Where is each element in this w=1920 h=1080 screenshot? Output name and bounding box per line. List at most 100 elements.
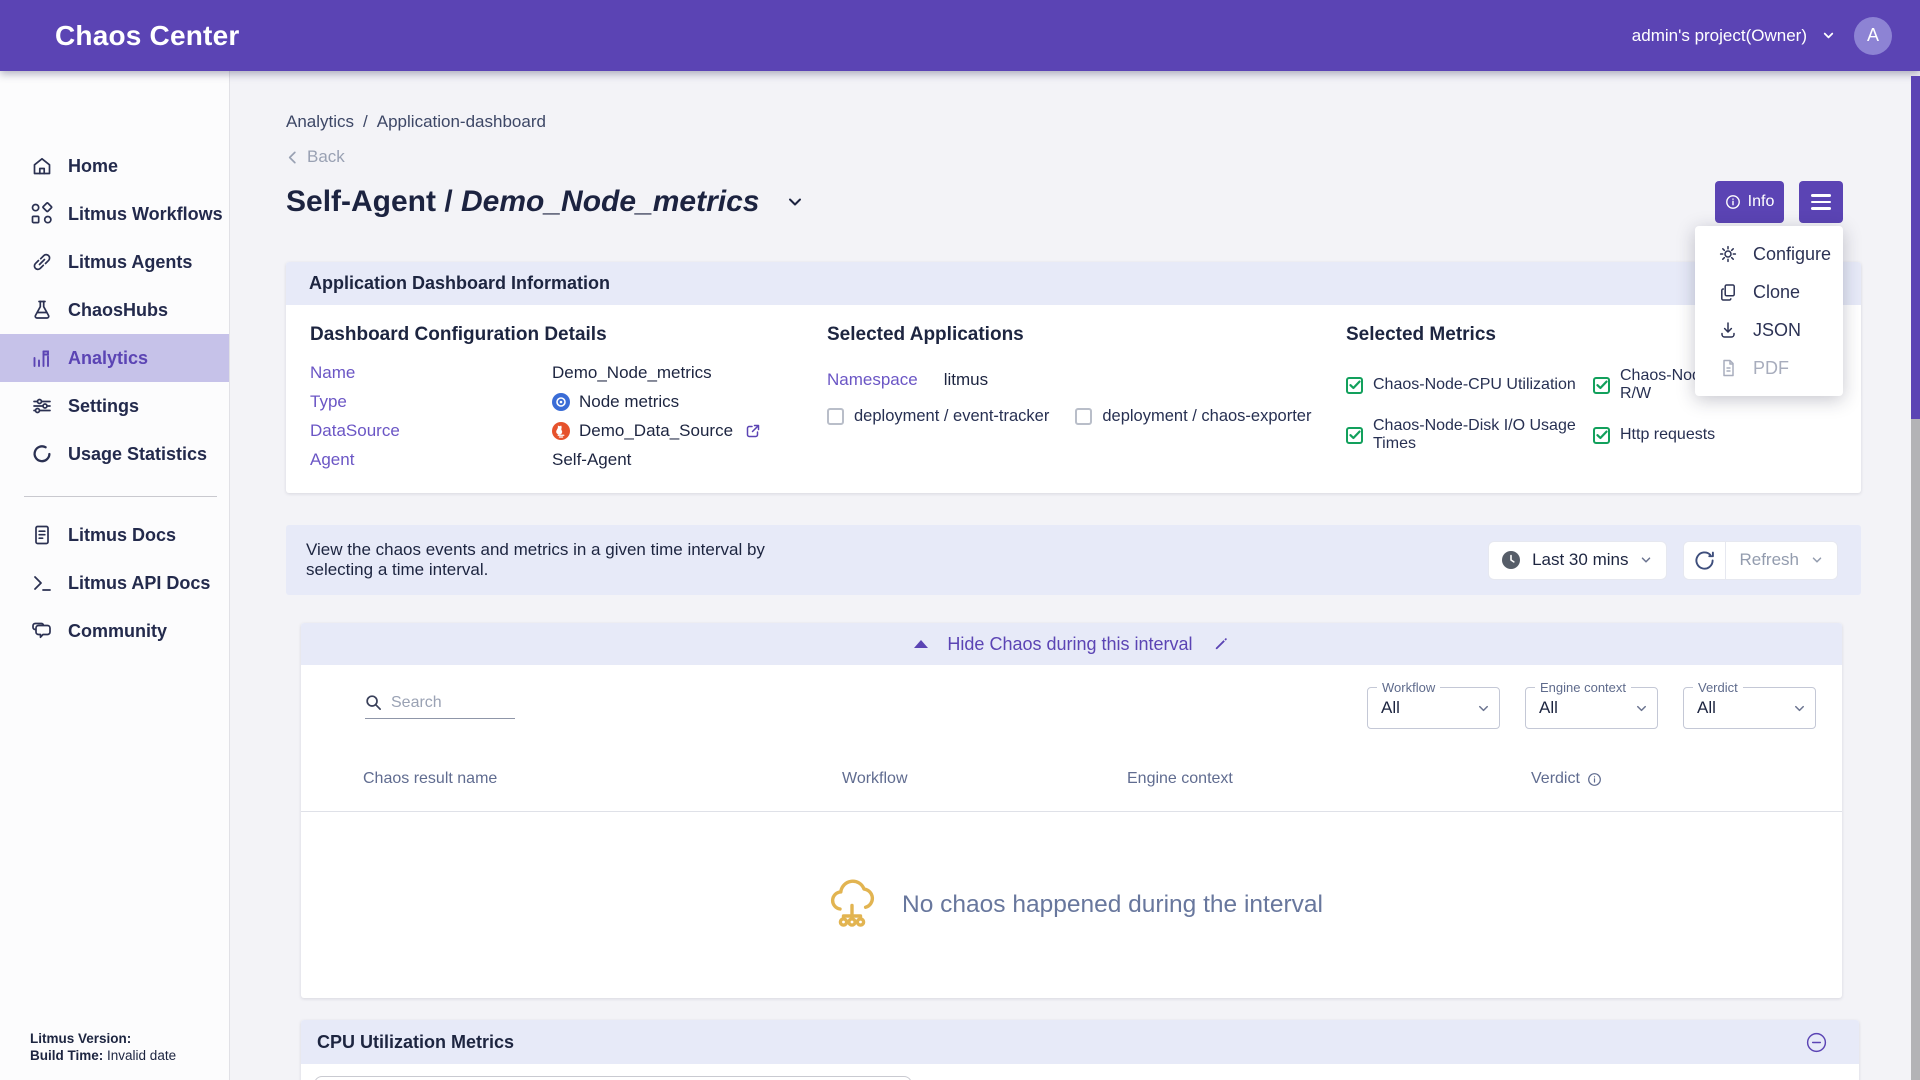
sidebar-item-home[interactable]: Home [0,142,229,190]
metric-checkbox-cpu-utilization[interactable]: Chaos-Node-CPU Utilization [1346,367,1593,403]
checkbox-checked[interactable] [1593,377,1610,394]
dashboard-info-panel: Application Dashboard Information Dashbo… [286,262,1861,493]
refresh-interval-button[interactable]: Refresh [1726,542,1837,579]
hide-chaos-toggle[interactable]: Hide Chaos during this interval [301,623,1842,665]
empty-state-message: No chaos happened during the interval [902,891,1323,919]
search-field[interactable] [365,687,515,719]
checkbox-checked[interactable] [1593,427,1610,444]
bar-chart-icon [30,346,54,370]
title-bar: Self-Agent / Demo_Node_metrics Info Conf… [286,180,1861,224]
sidebar-item-community[interactable]: Community [0,607,229,655]
minus-circle-icon [1806,1032,1827,1053]
app-title: Chaos Center [55,20,239,52]
sidebar-divider [24,496,217,497]
sidebar-item-usage-statistics[interactable]: Usage Statistics [0,430,229,478]
sidebar-item-litmus-api-docs[interactable]: Litmus API Docs [0,559,229,607]
edit-pencil-icon[interactable] [1212,636,1229,653]
refresh-icon [1694,550,1715,571]
application-checkbox-chaos-exporter[interactable]: deployment / chaos-exporter [1075,407,1311,426]
breadcrumb-application-dashboard[interactable]: Application-dashboard [377,112,546,132]
checkbox-checked[interactable] [1346,377,1363,394]
refresh-now-button[interactable] [1684,542,1726,579]
avatar[interactable]: A [1854,17,1892,55]
document-icon [30,523,54,547]
collapse-panel-button[interactable] [1806,1032,1827,1053]
menu-item-pdf[interactable]: PDF [1695,349,1843,387]
time-interval-description: View the chaos events and metrics in a g… [306,540,836,580]
column-chaos-result-name: Chaos result name [363,770,842,788]
hamburger-icon [1811,194,1831,197]
column-workflow: Workflow [842,770,1127,788]
main-content: Analytics / Application-dashboard Back S… [230,71,1920,1080]
config-value-datasource: Demo_Data_Source [552,421,827,441]
dashboard-name: Demo_Node_metrics [461,185,759,218]
terminal-icon [30,571,54,595]
checkbox-unchecked[interactable] [827,408,844,425]
chaos-table-toolbar: Workflow All Engine context All Verdict … [301,665,1842,747]
config-value-name: Demo_Node_metrics [552,363,827,383]
dashboard-switcher-chevron-icon[interactable] [785,192,805,212]
menu-item-json[interactable]: JSON [1695,311,1843,349]
dashboard-actions-menu-button[interactable] [1799,181,1843,223]
gear-icon [1718,244,1738,264]
dashboard-info-panel-header: Application Dashboard Information [286,262,1861,305]
breadcrumb-analytics[interactable]: Analytics [286,112,354,132]
cpu-panel-header: CPU Utilization Metrics [301,1020,1859,1064]
clock-icon [1501,550,1521,570]
time-interval-bar: View the chaos events and metrics in a g… [286,525,1861,595]
checkbox-checked[interactable] [1346,427,1363,444]
project-switcher[interactable]: admin's project(Owner) [1632,26,1836,46]
time-range-button[interactable]: Last 30 mins [1488,541,1667,580]
chaos-events-panel: Hide Chaos during this interval Workflow… [301,623,1842,998]
external-link-icon[interactable] [745,423,761,439]
empty-state: No chaos happened during the interval [301,812,1842,998]
menu-item-clone[interactable]: Clone [1695,273,1843,311]
info-icon[interactable] [1587,772,1602,787]
engine-context-filter-select[interactable]: Engine context All [1525,687,1658,729]
column-engine-context: Engine context [1127,770,1531,788]
circle-arc-icon [30,442,54,466]
chevron-down-icon [1639,553,1653,567]
copy-icon [1718,282,1738,302]
config-label-type: Type [310,392,552,412]
back-button[interactable]: Back [286,147,366,167]
verdict-filter-select[interactable]: Verdict All [1683,687,1816,729]
refresh-button-group: Refresh [1683,541,1838,580]
menu-item-configure[interactable]: Configure [1695,235,1843,273]
namespace-label: Namespace [827,370,918,390]
page-scrollbar-track[interactable] [1911,76,1920,1080]
page-scrollbar-thumb[interactable] [1911,76,1920,419]
sidebar-item-analytics[interactable]: Analytics [0,334,229,382]
config-label-datasource: DataSource [310,421,552,441]
info-icon [1725,194,1741,210]
search-input[interactable] [391,694,506,712]
sidebar-item-settings[interactable]: Settings [0,382,229,430]
metric-checkbox-disk-io-times[interactable]: Chaos-Node-Disk I/O Usage Times [1346,417,1593,453]
cpu-utilization-panel: CPU Utilization Metrics [301,1020,1859,1080]
sidebar-item-chaoshubs[interactable]: ChaosHubs [0,286,229,334]
app-header: Chaos Center admin's project(Owner) A [0,0,1920,71]
sidebar-item-litmus-docs[interactable]: Litmus Docs [0,511,229,559]
verdict-filter-value: All [1697,698,1716,718]
sliders-icon [30,394,54,418]
metric-select-field[interactable] [314,1076,912,1080]
info-button[interactable]: Info [1715,181,1784,223]
metric-checkbox-http-requests[interactable]: Http requests [1593,417,1837,453]
chevron-down-icon [1792,701,1807,716]
namespace-value: litmus [944,370,988,390]
breadcrumb: Analytics / Application-dashboard [286,112,1861,132]
chevron-down-icon [1821,28,1836,43]
sidebar-item-litmus-workflows[interactable]: Litmus Workflows [0,190,229,238]
sidebar: Home Litmus Workflows Litmus Agents Chao… [0,71,230,1080]
page-title: Self-Agent / Demo_Node_metrics [286,185,759,219]
breadcrumb-separator: / [363,112,368,132]
version-info: Litmus Version: Build Time: Invalid date [30,1030,176,1064]
sidebar-item-litmus-agents[interactable]: Litmus Agents [0,238,229,286]
application-checkbox-event-tracker[interactable]: deployment / event-tracker [827,407,1049,426]
collapse-triangle-icon [914,640,928,648]
config-label-name: Name [310,363,552,383]
chat-icon [30,619,54,643]
checkbox-unchecked[interactable] [1075,408,1092,425]
workflow-filter-select[interactable]: Workflow All [1367,687,1500,729]
node-metrics-icon [552,393,570,411]
